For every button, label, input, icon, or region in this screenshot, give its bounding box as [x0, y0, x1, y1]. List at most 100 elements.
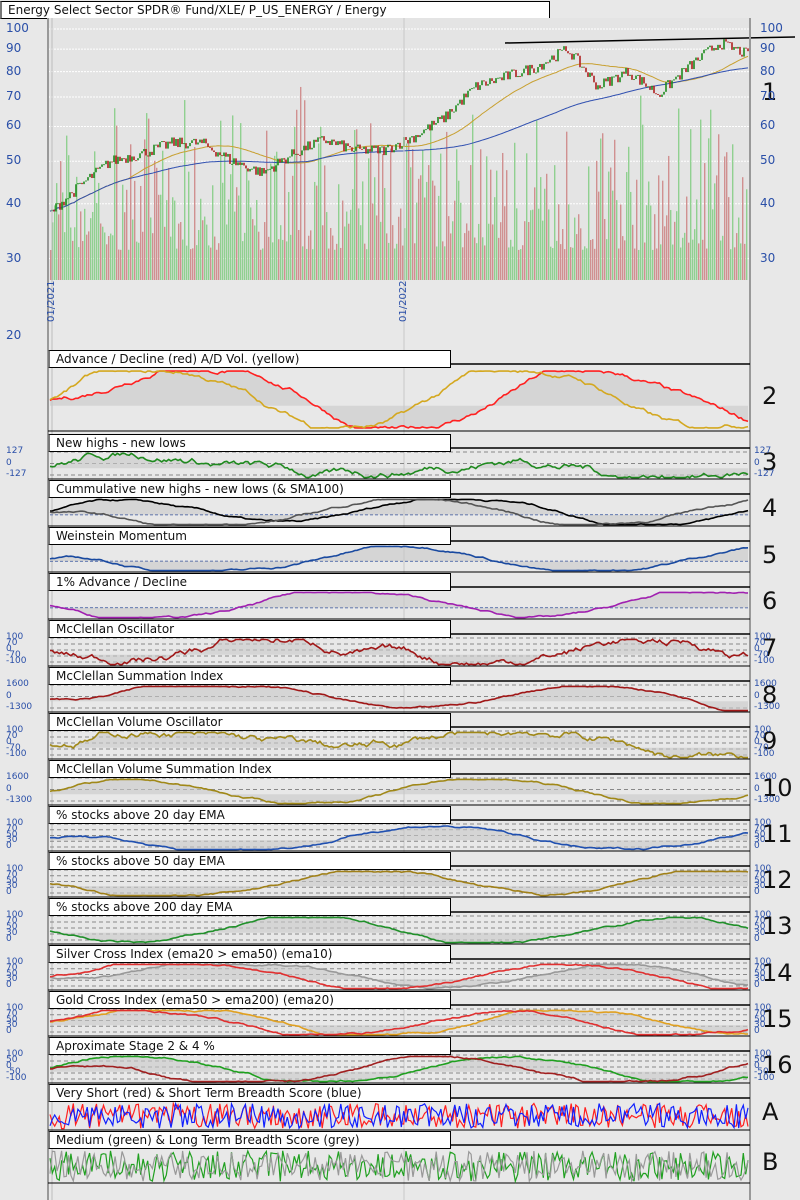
- price-candle: [715, 47, 717, 50]
- volume-bar: [528, 222, 530, 280]
- volume-bar: [210, 247, 212, 280]
- left-axis-label: 0: [6, 457, 12, 468]
- volume-bar: [622, 236, 624, 280]
- volume-bar: [496, 170, 498, 280]
- panel-fill-area: [50, 371, 748, 428]
- panel-number: 5: [762, 540, 778, 569]
- price-candle: [367, 149, 369, 154]
- volume-bar: [418, 178, 420, 280]
- price-candle: [85, 180, 87, 182]
- price-candle: [647, 86, 649, 88]
- right-axis-label: 0: [754, 690, 760, 701]
- volume-bar: [232, 115, 234, 280]
- price-candle: [529, 64, 531, 76]
- volume-bar: [550, 246, 552, 280]
- volume-bar: [136, 241, 138, 280]
- price-candle: [197, 142, 199, 145]
- volume-bar: [362, 181, 364, 280]
- price-candle: [713, 47, 715, 51]
- volume-bar: [224, 154, 226, 280]
- volume-bar: [526, 153, 528, 280]
- volume-bar: [116, 125, 118, 280]
- price-candle: [423, 129, 425, 134]
- price-candle: [669, 80, 671, 89]
- price-candle: [517, 75, 519, 78]
- price-candle: [489, 78, 491, 85]
- price-candle: [421, 133, 423, 136]
- price-candle: [129, 155, 131, 162]
- volume-bar: [256, 199, 258, 280]
- volume-bar: [252, 219, 254, 280]
- volume-bar: [640, 95, 642, 280]
- volume-bar: [704, 163, 706, 280]
- price-candle: [627, 67, 629, 76]
- volume-bar: [350, 209, 352, 280]
- panel-fill-area: [50, 453, 748, 478]
- left-axis-label: 0: [6, 887, 12, 897]
- price-candle: [365, 146, 367, 154]
- price-candle: [217, 152, 219, 157]
- price-candle: [59, 203, 61, 210]
- price-candle: [153, 144, 155, 156]
- volume-bar: [68, 155, 70, 280]
- volume-bar: [312, 249, 314, 280]
- volume-bar: [608, 171, 610, 280]
- price-candle: [651, 85, 653, 90]
- right-axis-label: 0: [754, 457, 760, 468]
- price-candle: [587, 72, 589, 77]
- right-axis-label: -127: [754, 469, 775, 479]
- volume-bar: [564, 249, 566, 280]
- volume-bar: [506, 170, 508, 280]
- price-candle: [657, 93, 659, 95]
- price-candle: [497, 77, 499, 79]
- left-axis-label: 0: [6, 934, 12, 944]
- price-candle: [625, 67, 627, 74]
- volume-bar: [410, 167, 412, 280]
- price-candle: [633, 79, 635, 81]
- volume-bar: [540, 177, 542, 280]
- volume-bar: [688, 242, 690, 280]
- volume-bar: [584, 246, 586, 280]
- price-candle: [401, 146, 403, 149]
- price-candle: [555, 59, 557, 62]
- price-candle: [505, 71, 507, 73]
- volume-bar: [384, 188, 386, 280]
- volume-bar: [484, 245, 486, 280]
- price-candle: [631, 74, 633, 80]
- volume-bar: [158, 194, 160, 280]
- price-candle: [141, 151, 143, 154]
- price-candle: [225, 152, 227, 157]
- price-candle: [557, 49, 559, 62]
- date-tick-label: 01/2022: [398, 280, 409, 322]
- volume-bar: [680, 247, 682, 280]
- volume-bar: [160, 194, 162, 280]
- panel-title: % stocks above 50 day EMA: [48, 852, 451, 870]
- price-candle: [649, 86, 651, 90]
- volume-bar: [440, 153, 442, 280]
- right-axis-label: 0: [754, 783, 760, 794]
- volume-bar: [80, 211, 82, 280]
- volume-bar: [686, 196, 688, 280]
- price-candle: [103, 164, 105, 166]
- price-candle: [105, 160, 107, 165]
- left-axis-label: 0: [6, 841, 12, 851]
- volume-bar: [520, 249, 522, 280]
- price-candle: [645, 83, 647, 87]
- price-axis-right-label: 30: [760, 250, 776, 265]
- volume-bar: [264, 222, 266, 280]
- volume-bar: [132, 219, 134, 280]
- price-candle: [653, 85, 655, 94]
- volume-bar: [696, 199, 698, 280]
- volume-bar: [332, 235, 334, 280]
- price-candle: [699, 59, 701, 61]
- volume-bar: [352, 189, 354, 280]
- price-candle: [673, 79, 675, 81]
- volume-bar: [328, 248, 330, 280]
- volume-bar: [320, 126, 322, 280]
- volume-bar: [286, 241, 288, 280]
- volume-bar: [348, 223, 350, 280]
- price-axis-left-label: 30: [6, 250, 22, 265]
- price-candle: [485, 81, 487, 86]
- volume-bar: [512, 246, 514, 280]
- price-candle: [695, 57, 697, 61]
